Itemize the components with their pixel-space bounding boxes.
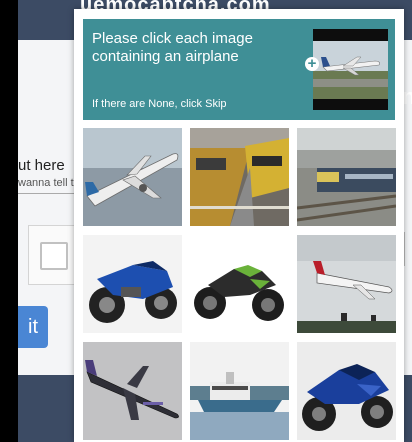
- image-tile-8-boat[interactable]: [190, 342, 289, 440]
- captcha-challenge-modal: Please click each image containing an ai…: [74, 9, 404, 442]
- challenge-prompt-text: Please click each image containing an ai…: [92, 30, 253, 65]
- image-tile-5-motorcycle[interactable]: [190, 235, 289, 333]
- background-divider: [404, 232, 412, 266]
- image-tile-9-motorcycle[interactable]: [297, 342, 396, 440]
- image-tile-4-motorcycle[interactable]: [83, 235, 182, 333]
- challenge-prompt-banner: Please click each image containing an ai…: [83, 19, 395, 120]
- example-airplane-image: [313, 41, 388, 99]
- image-tile-1-airplane[interactable]: [83, 128, 182, 226]
- image-tile-6-airplane[interactable]: [297, 235, 396, 333]
- background-form-label: ut here: [18, 157, 65, 174]
- background-form-hint: wanna tell the: [18, 177, 76, 194]
- image-tile-3-train[interactable]: [297, 128, 396, 226]
- submit-button[interactable]: it: [18, 306, 48, 348]
- challenge-skip-hint: If there are None, click Skip: [92, 98, 227, 110]
- image-tile-7-airplane[interactable]: [83, 342, 182, 440]
- image-tile-2-train[interactable]: [190, 128, 289, 226]
- example-image[interactable]: +: [305, 29, 388, 110]
- captcha-checkbox[interactable]: [40, 242, 68, 270]
- plus-icon[interactable]: +: [305, 56, 319, 71]
